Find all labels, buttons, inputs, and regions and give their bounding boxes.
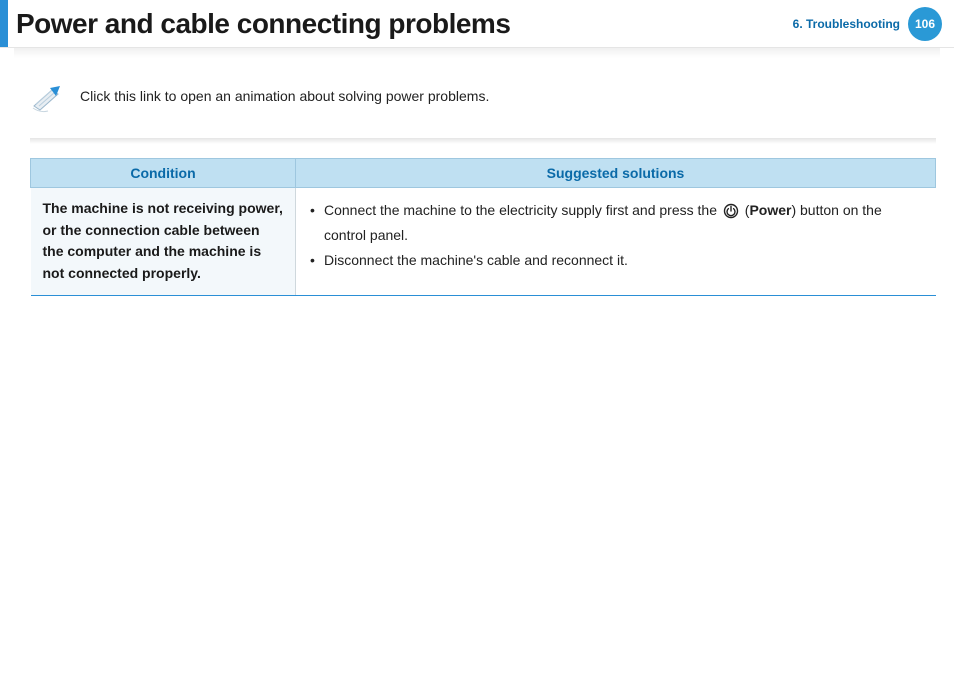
- list-item: Connect the machine to the electricity s…: [308, 198, 924, 248]
- power-icon: [723, 203, 739, 219]
- page-number: 106: [915, 17, 935, 31]
- content-area: Click this link to open an animation abo…: [0, 58, 954, 296]
- col-header-solutions: Suggested solutions: [296, 159, 936, 188]
- section-divider: [30, 138, 936, 144]
- troubleshooting-table: Condition Suggested solutions The machin…: [30, 158, 936, 296]
- page-number-badge: 106: [908, 7, 942, 41]
- table-row: The machine is not receiving power, or t…: [31, 188, 936, 296]
- header-accent: [0, 0, 8, 47]
- list-item: Disconnect the machine's cable and recon…: [308, 248, 924, 273]
- power-label: Power: [749, 202, 791, 218]
- solution-text: Disconnect the machine's cable and recon…: [324, 252, 628, 268]
- page-title: Power and cable connecting problems: [16, 8, 793, 40]
- note-link[interactable]: Click this link to open an animation abo…: [80, 84, 489, 104]
- note-row: Click this link to open an animation abo…: [30, 84, 936, 114]
- col-header-condition: Condition: [31, 159, 296, 188]
- header-shadow: [14, 48, 940, 58]
- solution-text: Connect the machine to the electricity s…: [324, 202, 721, 218]
- breadcrumb-section[interactable]: 6. Troubleshooting: [793, 17, 900, 31]
- page-header: Power and cable connecting problems 6. T…: [0, 0, 954, 48]
- cell-condition: The machine is not receiving power, or t…: [31, 188, 296, 296]
- cell-solutions: Connect the machine to the electricity s…: [296, 188, 936, 296]
- note-icon: [30, 84, 64, 114]
